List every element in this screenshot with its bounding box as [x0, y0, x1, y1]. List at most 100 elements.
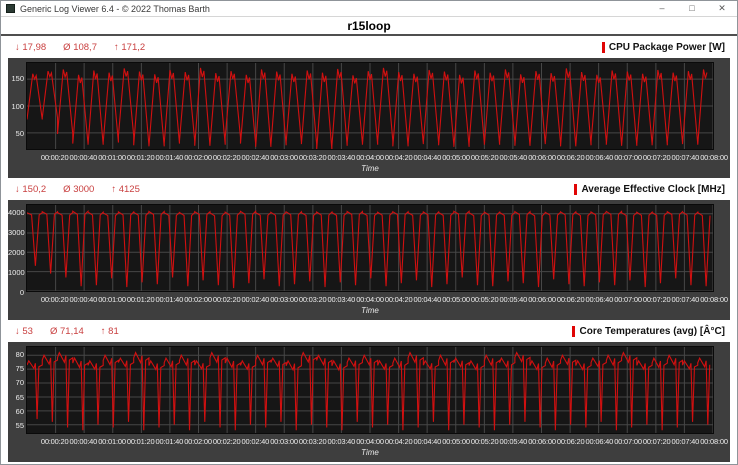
x-tick-label: 00:06:20	[557, 153, 585, 162]
core-temps-chart-label: Core Temperatures (avg) [Â°C]	[572, 326, 725, 337]
x-tick-label: 00:05:00	[442, 295, 470, 304]
x-tick-label: 00:00:40	[70, 437, 98, 446]
x-tick-label: 00:05:20	[471, 295, 499, 304]
y-tick-label: 80	[8, 350, 24, 359]
x-axis-title: Time	[26, 448, 714, 457]
y-tick-label: 100	[8, 102, 24, 111]
x-tick-label: 00:07:20	[643, 437, 671, 446]
x-tick-label: 00:06:20	[557, 295, 585, 304]
x-tick-label: 00:04:00	[356, 437, 384, 446]
x-tick-label: 00:04:20	[385, 437, 413, 446]
x-tick-label: 00:01:20	[127, 437, 155, 446]
x-tick-label: 00:02:00	[184, 295, 212, 304]
core-temps-stats: ↓ 53 Ø 71,14 ↑ 81	[15, 326, 119, 337]
core-temps-plot-area[interactable]	[26, 346, 714, 434]
minimize-button[interactable]: –	[647, 1, 677, 16]
x-tick-label: 00:06:40	[586, 437, 614, 446]
y-tick-label: 4000	[8, 208, 24, 217]
x-tick-label: 00:05:40	[500, 295, 528, 304]
series-color-bar-icon	[572, 326, 575, 337]
maximize-button[interactable]: □	[677, 1, 707, 16]
x-tick-label: 00:01:20	[127, 153, 155, 162]
x-tick-label: 00:04:40	[414, 153, 442, 162]
x-tick-label: 00:05:20	[471, 153, 499, 162]
window-controls: – □ ✕	[647, 1, 737, 16]
x-tick-label: 00:00:20	[41, 437, 69, 446]
x-tick-label: 00:01:40	[156, 437, 184, 446]
x-tick-label: 00:01:20	[127, 295, 155, 304]
x-tick-label: 00:06:20	[557, 437, 585, 446]
x-tick-label: 00:07:00	[614, 153, 642, 162]
y-tick-label: 1000	[8, 268, 24, 277]
effective-clock-plot-area[interactable]	[26, 204, 714, 292]
chart-label-text: Average Effective Clock [MHz]	[581, 184, 725, 195]
x-tick-label: 00:02:40	[242, 295, 270, 304]
x-tick-label: 00:07:00	[614, 295, 642, 304]
y-tick-label: 2000	[8, 248, 24, 257]
x-tick-label: 00:07:20	[643, 153, 671, 162]
stat-max: ↑ 4125	[111, 184, 140, 195]
x-tick-label: 00:06:40	[586, 295, 614, 304]
x-tick-label: 00:03:40	[328, 437, 356, 446]
x-tick-label: 00:03:00	[270, 437, 298, 446]
y-tick-label: 0	[8, 288, 24, 297]
x-tick-label: 00:05:20	[471, 437, 499, 446]
x-tick-label: 00:01:00	[98, 153, 126, 162]
core-temps-section: ↓ 53 Ø 71,14 ↑ 81 Core Temperatures (avg…	[1, 320, 737, 462]
stat-max: ↑ 81	[101, 326, 119, 337]
y-tick-label: 75	[8, 364, 24, 373]
effective-clock-stats-band: ↓ 150,2 Ø 3000 ↑ 4125 Average Effective …	[1, 178, 737, 200]
x-tick-label: 00:01:00	[98, 295, 126, 304]
effective-clock-chart-label: Average Effective Clock [MHz]	[574, 184, 725, 195]
stat-min: ↓ 150,2	[15, 184, 46, 195]
core-temps-line-chart	[27, 347, 713, 433]
x-tick-label: 00:06:00	[528, 295, 556, 304]
cpu-power-line-chart	[27, 63, 713, 149]
x-tick-label: 00:04:00	[356, 153, 384, 162]
x-tick-label: 00:04:20	[385, 295, 413, 304]
cpu-power-plot-area[interactable]	[26, 62, 714, 150]
y-tick-label: 55	[8, 421, 24, 430]
x-tick-label: 00:03:20	[299, 437, 327, 446]
x-tick-label: 00:07:40	[672, 437, 700, 446]
effective-clock-x-axis: 00:00:2000:00:4000:01:0000:01:2000:01:40…	[26, 295, 714, 305]
x-tick-label: 00:07:00	[614, 437, 642, 446]
cpu-power-section: ↓ 17,98 Ø 108,7 ↑ 171,2 CPU Package Powe…	[1, 36, 737, 178]
x-tick-label: 00:00:20	[41, 153, 69, 162]
x-tick-label: 00:03:40	[328, 295, 356, 304]
x-tick-label: 00:06:00	[528, 153, 556, 162]
x-tick-label: 00:08:00	[700, 153, 728, 162]
x-tick-label: 00:06:40	[586, 153, 614, 162]
x-tick-label: 00:03:00	[270, 295, 298, 304]
x-axis-title: Time	[26, 164, 714, 173]
x-tick-label: 00:04:20	[385, 153, 413, 162]
y-tick-label: 3000	[8, 228, 24, 237]
chart-label-text: Core Temperatures (avg) [Â°C]	[579, 326, 725, 337]
x-tick-label: 00:05:40	[500, 153, 528, 162]
stat-avg: Ø 71,14	[50, 326, 84, 337]
y-tick-label: 65	[8, 393, 24, 402]
effective-clock-section: ↓ 150,2 Ø 3000 ↑ 4125 Average Effective …	[1, 178, 737, 320]
close-button[interactable]: ✕	[707, 1, 737, 16]
x-tick-label: 00:00:20	[41, 295, 69, 304]
x-tick-label: 00:07:20	[643, 295, 671, 304]
x-tick-label: 00:01:40	[156, 295, 184, 304]
y-tick-label: 150	[8, 74, 24, 83]
y-tick-label: 70	[8, 378, 24, 387]
x-tick-label: 00:02:20	[213, 437, 241, 446]
x-tick-label: 00:03:20	[299, 295, 327, 304]
x-tick-label: 00:02:20	[213, 153, 241, 162]
y-tick-label: 50	[8, 129, 24, 138]
y-tick-label: 60	[8, 407, 24, 416]
x-tick-label: 00:02:40	[242, 437, 270, 446]
core-temps-stats-band: ↓ 53 Ø 71,14 ↑ 81 Core Temperatures (avg…	[1, 320, 737, 342]
x-tick-label: 00:01:40	[156, 153, 184, 162]
core-temps-chart: 00:00:2000:00:4000:01:0000:01:2000:01:40…	[8, 342, 730, 462]
series-color-bar-icon	[602, 42, 605, 53]
titlebar: Generic Log Viewer 6.4 - © 2022 Thomas B…	[1, 1, 737, 17]
x-tick-label: 00:01:00	[98, 437, 126, 446]
x-tick-label: 00:08:00	[700, 437, 728, 446]
x-tick-label: 00:03:20	[299, 153, 327, 162]
x-tick-label: 00:04:40	[414, 295, 442, 304]
x-tick-label: 00:03:00	[270, 153, 298, 162]
